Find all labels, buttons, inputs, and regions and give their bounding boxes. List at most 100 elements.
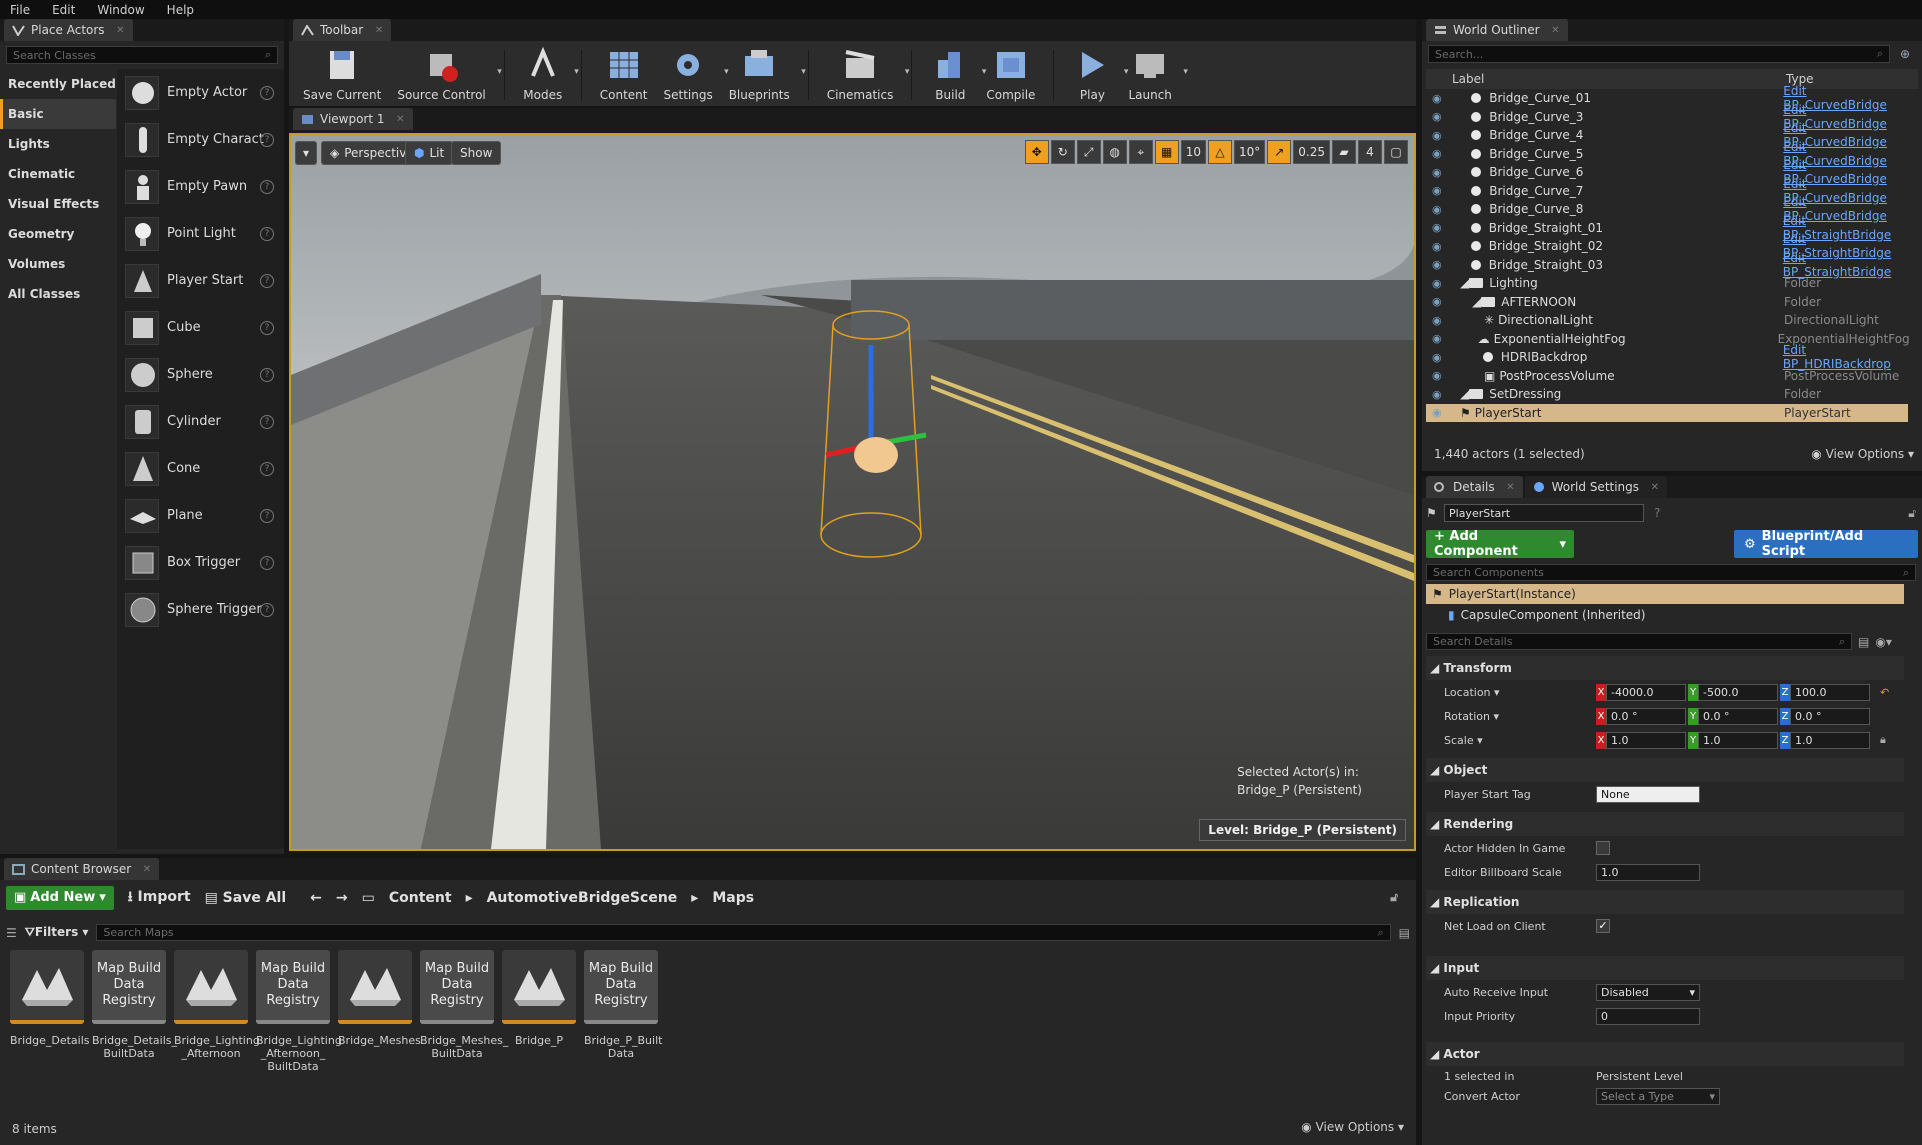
close-icon[interactable]: ✕ (396, 114, 404, 125)
actor-item-cube[interactable]: Cube? (117, 304, 284, 351)
actor-item-empty-pawn[interactable]: Empty Pawn? (117, 163, 284, 210)
surface-snap-icon[interactable]: ⌖ (1128, 140, 1153, 164)
help-icon[interactable]: ? (260, 602, 274, 617)
visibility-eye-icon[interactable]: ◉ (1432, 369, 1448, 382)
convert-actor-dropdown[interactable]: Select a Type ▾ (1596, 1087, 1720, 1105)
chevron-down-icon[interactable]: ▾ (801, 67, 806, 77)
tab-viewport-1[interactable]: Viewport 1 ✕ (293, 108, 413, 130)
help-icon[interactable]: ? (260, 132, 274, 147)
visibility-eye-icon[interactable]: ◉ (1432, 351, 1447, 364)
scale-z[interactable]: 1.0 (1790, 731, 1870, 749)
visibility-eye-icon[interactable]: ◉ (1432, 110, 1447, 123)
expand-arrow-icon[interactable]: ◢ (1460, 276, 1469, 290)
chevron-down-icon[interactable]: ▾ (497, 67, 502, 77)
scale-snap-value[interactable]: 0.25 (1293, 140, 1330, 164)
close-icon[interactable]: ✕ (1651, 482, 1659, 493)
reset-icon[interactable]: ↶ (1880, 686, 1889, 699)
rotation-label[interactable]: Rotation ▾ (1426, 710, 1596, 723)
visibility-eye-icon[interactable]: ◉ (1432, 258, 1447, 271)
section-input[interactable]: ◢ Input (1426, 956, 1904, 980)
help-icon[interactable]: ? (1654, 506, 1660, 520)
help-icon[interactable]: ? (260, 226, 274, 241)
rotation-z[interactable]: 0.0 ° (1790, 707, 1870, 725)
show-button[interactable]: Show (451, 141, 502, 165)
expand-arrow-icon[interactable]: ◢ (1472, 295, 1481, 309)
actor-item-plane[interactable]: Plane? (117, 492, 284, 539)
outliner-row-postprocessvolume[interactable]: ◉ ▣ PostProcessVolume PostProcessVolume (1426, 367, 1908, 386)
visibility-eye-icon[interactable]: ◉ (1432, 166, 1447, 179)
input-priority-field[interactable]: 0 (1596, 1007, 1700, 1025)
scale-label[interactable]: Scale ▾ (1426, 734, 1596, 747)
actor-item-box-trigger[interactable]: Box Trigger? (117, 539, 284, 586)
rotate-icon[interactable]: ↻ (1050, 140, 1075, 164)
close-icon[interactable]: ✕ (375, 25, 383, 36)
tab-world-outliner[interactable]: World Outliner ✕ (1426, 19, 1568, 41)
lock-icon[interactable]: 🔓︎ (1390, 890, 1398, 905)
breadcrumb-content[interactable]: Content (389, 890, 452, 906)
grid-snap-value[interactable]: 10 (1180, 140, 1206, 164)
visibility-eye-icon[interactable]: ◉ (1432, 221, 1447, 234)
component-instance-row[interactable]: ⚑ PlayerStart(Instance) (1426, 584, 1904, 604)
capsule-component-row[interactable]: ▮ CapsuleComponent (Inherited) (1448, 608, 1645, 622)
rotation-x[interactable]: 0.0 ° (1606, 707, 1686, 725)
search-components-input[interactable]: Search Components ⌕ (1426, 564, 1916, 581)
save-current-button[interactable]: Save Current (295, 43, 389, 106)
scale-y[interactable]: 1.0 (1698, 731, 1778, 749)
net-load-checkbox[interactable]: ✓ (1596, 919, 1610, 933)
section-rendering[interactable]: ◢ Rendering (1426, 812, 1904, 836)
forward-arrow-icon[interactable]: → (336, 890, 348, 906)
section-transform[interactable]: ◢ Transform (1426, 656, 1904, 680)
help-icon[interactable]: ? (260, 273, 274, 288)
close-icon[interactable]: ✕ (116, 25, 124, 36)
menu-edit[interactable]: Edit (52, 3, 75, 17)
chevron-down-icon[interactable]: ▾ (574, 67, 579, 77)
grid-view-icon[interactable]: ▤ (1858, 635, 1869, 649)
save-all-button[interactable]: ▤ Save All (205, 890, 287, 906)
view-options-button[interactable]: ◉ View Options ▾ (1811, 447, 1914, 461)
visibility-eye-icon[interactable]: ◉ (1432, 406, 1448, 419)
add-component-button[interactable]: + Add Component ▾ (1426, 529, 1574, 559)
help-icon[interactable]: ? (260, 555, 274, 570)
grid-snap-icon[interactable]: ▦ (1154, 140, 1179, 164)
actor-item-cone[interactable]: Cone? (117, 445, 284, 492)
category-all-classes[interactable]: All Classes (0, 279, 116, 309)
close-icon[interactable]: ✕ (143, 864, 151, 875)
tab-place-actors[interactable]: Place Actors ✕ (4, 19, 133, 41)
outliner-row-setdressing[interactable]: ◉ ◢ SetDressing Folder (1426, 385, 1908, 404)
category-cinematic[interactable]: Cinematic (0, 159, 116, 189)
visibility-eye-icon[interactable]: ◉ (1432, 184, 1447, 197)
category-basic[interactable]: Basic (0, 99, 116, 129)
location-x[interactable]: -4000.0 (1606, 683, 1686, 701)
billboard-scale-field[interactable]: 1.0 (1596, 863, 1700, 881)
tab-content-browser[interactable]: Content Browser ✕ (4, 858, 160, 880)
help-icon[interactable]: ? (260, 461, 274, 476)
actor-item-cylinder[interactable]: Cylinder? (117, 398, 284, 445)
lock-icon[interactable]: 🔓︎ (1908, 506, 1916, 521)
actor-item-empty-actor[interactable]: Empty Actor? (117, 69, 284, 116)
outliner-row-afternoon[interactable]: ◉ ◢ AFTERNOON Folder (1426, 293, 1908, 312)
outliner-search-input[interactable]: Search... ⌕ (1428, 45, 1890, 63)
menu-window[interactable]: Window (97, 3, 144, 17)
content-button[interactable]: Content (592, 43, 656, 106)
tab-details[interactable]: Details ✕ (1426, 476, 1523, 498)
play-button[interactable]: Play ▾ (1064, 43, 1128, 106)
category-geometry[interactable]: Geometry (0, 219, 116, 249)
section-replication[interactable]: ◢ Replication (1426, 890, 1904, 914)
menu-file[interactable]: File (10, 3, 30, 17)
category-recently-placed[interactable]: Recently Placed (0, 69, 116, 99)
eye-icon[interactable]: ◉▾ (1875, 635, 1892, 649)
scale-snap-icon[interactable]: ↗ (1267, 140, 1292, 164)
filters-button[interactable]: ⛛Filters ▾ (25, 925, 89, 940)
asset-tile-bridge-details-builtdata[interactable]: Map Build Data Registry Bridge_Details_ B… (92, 950, 177, 1060)
translate-icon[interactable]: ✥ (1024, 140, 1049, 164)
visibility-eye-icon[interactable]: ◉ (1432, 240, 1447, 253)
location-label[interactable]: Location ▾ (1426, 686, 1596, 699)
player-start-gizmo[interactable] (811, 305, 931, 575)
outliner-type[interactable]: Edit BP_StraightBridge (1783, 251, 1908, 279)
camera-speed-value[interactable]: 4 (1358, 140, 1382, 164)
chevron-down-icon[interactable]: ▾ (1183, 67, 1188, 77)
actor-item-player-start[interactable]: Player Start? (117, 257, 284, 304)
help-icon[interactable]: ? (260, 508, 274, 523)
visibility-eye-icon[interactable]: ◉ (1432, 92, 1447, 105)
settings-button[interactable]: Settings ▾ (655, 43, 729, 106)
